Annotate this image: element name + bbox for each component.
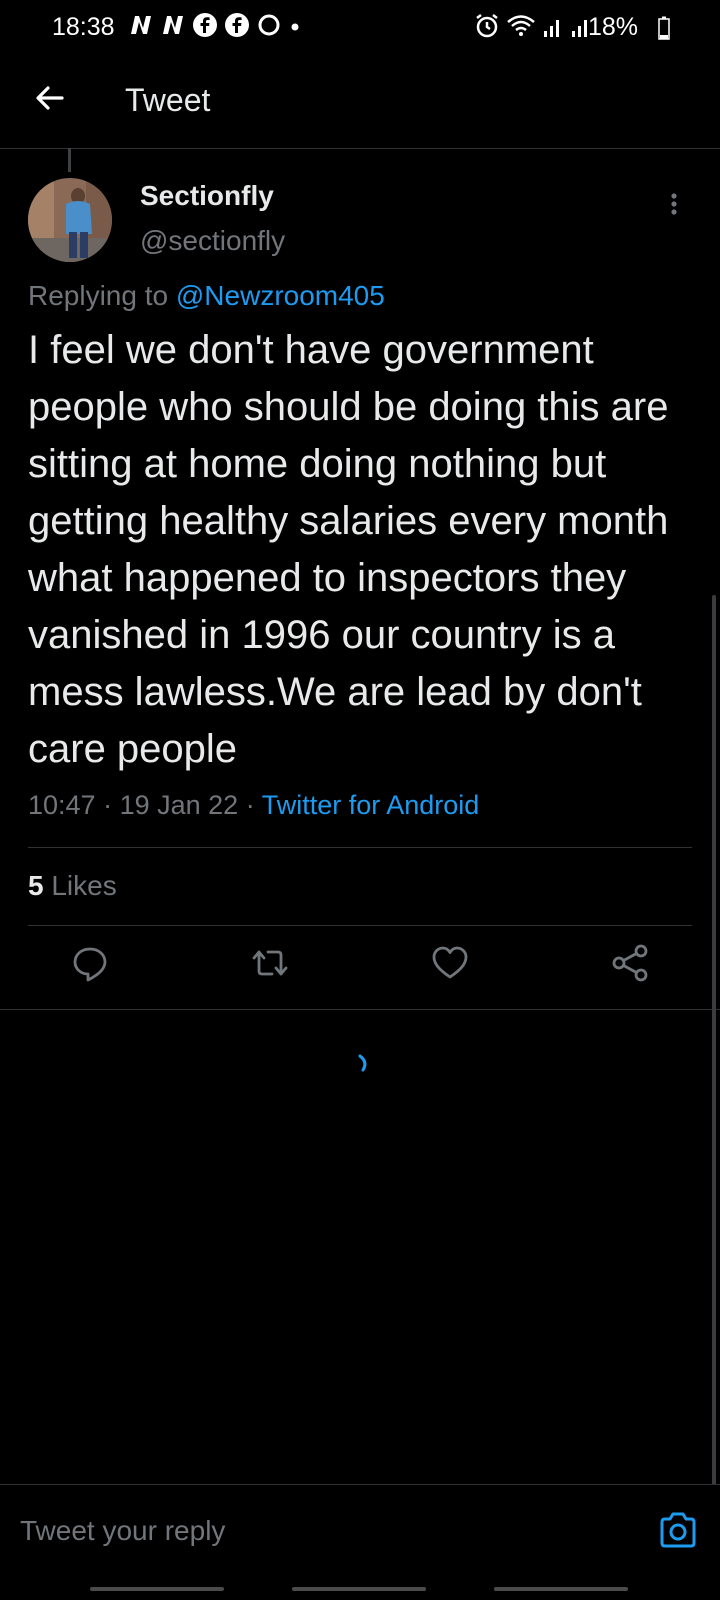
signal-icon: [544, 20, 559, 37]
tweet-time: 10:47: [28, 790, 96, 820]
share-icon[interactable]: [610, 943, 650, 983]
status-bar: 18:38 18%: [0, 0, 720, 56]
status-time: 18:38: [52, 13, 115, 41]
retweet-icon[interactable]: [250, 943, 290, 983]
tweet-text: I feel we don't have government people w…: [28, 328, 669, 771]
tweet-meta: 10:47 · 19 Jan 22 · Twitter for Android: [28, 790, 479, 821]
n-icon: [163, 16, 183, 34]
facebook-icon: [193, 13, 217, 37]
n-icon: [131, 16, 151, 34]
reply-input[interactable]: Tweet your reply: [20, 1515, 225, 1547]
meta-separator: ·: [238, 790, 262, 820]
tweet-actions: [0, 925, 720, 1005]
meta-separator: ·: [95, 790, 120, 820]
avatar[interactable]: [28, 178, 112, 262]
system-icons: [474, 12, 592, 40]
likes-label: Likes: [43, 870, 117, 901]
divider: [0, 1009, 720, 1010]
replying-prefix: Replying to: [28, 280, 176, 311]
battery-icon: [658, 16, 670, 40]
back-arrow-icon[interactable]: [32, 80, 68, 116]
thread-line: [68, 148, 71, 172]
replying-mention-link[interactable]: @Newzroom405: [176, 280, 385, 311]
camera-icon[interactable]: [656, 1508, 700, 1552]
page-title: Tweet: [125, 82, 211, 118]
notification-icons: [128, 12, 302, 38]
dot-icon: [291, 23, 299, 31]
likes-count[interactable]: 5 Likes: [28, 870, 117, 902]
nav-back-button[interactable]: [494, 1587, 628, 1591]
divider: [28, 847, 692, 848]
nav-home-button[interactable]: [292, 1587, 426, 1591]
like-icon[interactable]: [430, 943, 470, 983]
reply-composer: Tweet your reply: [0, 1484, 720, 1575]
scrollbar[interactable]: [712, 595, 716, 1485]
more-options-icon[interactable]: [662, 190, 686, 226]
avatar-image: [28, 178, 112, 262]
system-navigation-bar: [0, 1575, 720, 1600]
display-name[interactable]: Sectionfly: [140, 180, 274, 212]
app-bar: Tweet: [0, 56, 720, 149]
likes-number: 5: [28, 870, 44, 901]
reply-icon[interactable]: [70, 943, 110, 983]
circle-icon: [258, 14, 280, 36]
replying-to: Replying to @Newzroom405: [28, 280, 385, 312]
wifi-icon: [507, 15, 535, 36]
loading-spinner-icon: [358, 1054, 367, 1072]
tweet-date: 19 Jan 22: [119, 790, 239, 820]
alarm-icon: [476, 14, 498, 38]
user-handle[interactable]: @sectionfly: [140, 225, 285, 257]
nav-recent-button[interactable]: [90, 1587, 224, 1591]
tweet-source-link[interactable]: Twitter for Android: [262, 790, 480, 820]
facebook-icon: [225, 13, 249, 37]
battery-percent: 18%: [587, 13, 638, 41]
